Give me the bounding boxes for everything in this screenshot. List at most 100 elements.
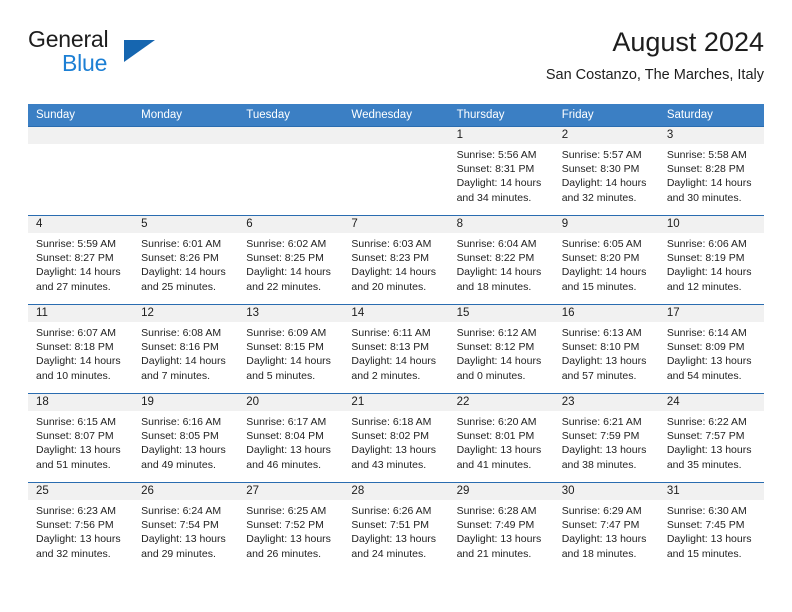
- calendar-day-cell[interactable]: 15 Sunrise: 6:12 AM Sunset: 8:12 PM Dayl…: [448, 305, 554, 393]
- sunset-text: Sunset: 7:49 PM: [456, 519, 535, 532]
- calendar-day-cell[interactable]: 26 Sunrise: 6:24 AM Sunset: 7:54 PM Dayl…: [133, 483, 239, 571]
- day-details: Sunrise: 6:26 AM Sunset: 7:51 PM Dayligh…: [343, 500, 448, 571]
- brand-logo[interactable]: General Blue: [28, 26, 268, 86]
- daylight-text-line1: Daylight: 13 hours: [351, 444, 437, 457]
- daylight-text-line2: and 54 minutes.: [666, 369, 742, 382]
- calendar-day-cell[interactable]: 16 Sunrise: 6:13 AM Sunset: 8:10 PM Dayl…: [553, 305, 659, 393]
- calendar-day-cell[interactable]: 9 Sunrise: 6:05 AM Sunset: 8:20 PM Dayli…: [553, 216, 659, 304]
- sunset-text: Sunset: 8:30 PM: [561, 163, 640, 176]
- sunset-text: Sunset: 8:01 PM: [456, 430, 535, 443]
- calendar-day-cell[interactable]: 7 Sunrise: 6:03 AM Sunset: 8:23 PM Dayli…: [343, 216, 449, 304]
- sunrise-text: Sunrise: 6:26 AM: [351, 505, 432, 517]
- calendar-day-cell[interactable]: 27 Sunrise: 6:25 AM Sunset: 7:52 PM Dayl…: [238, 483, 344, 571]
- day-number: 5: [133, 216, 239, 233]
- daylight-text-line1: Daylight: 13 hours: [666, 444, 752, 457]
- sunrise-text: Sunrise: 6:13 AM: [561, 327, 642, 339]
- calendar-day-cell[interactable]: 3 Sunrise: 5:58 AM Sunset: 8:28 PM Dayli…: [658, 127, 764, 215]
- daylight-text-line1: Daylight: 13 hours: [246, 533, 331, 546]
- calendar-day-cell[interactable]: 2 Sunrise: 5:57 AM Sunset: 8:30 PM Dayli…: [553, 127, 659, 215]
- sunset-text: Sunset: 8:26 PM: [141, 252, 219, 265]
- calendar-day-cell[interactable]: 17 Sunrise: 6:14 AM Sunset: 8:09 PM Dayl…: [658, 305, 764, 393]
- daylight-text-line2: and 46 minutes.: [246, 458, 321, 471]
- calendar-day-cell[interactable]: [238, 127, 344, 215]
- day-number: 1: [448, 127, 554, 144]
- calendar-day-cell[interactable]: 30 Sunrise: 6:29 AM Sunset: 7:47 PM Dayl…: [553, 483, 659, 571]
- daylight-text-line2: and 32 minutes.: [561, 191, 637, 204]
- calendar-day-cell[interactable]: 10 Sunrise: 6:06 AM Sunset: 8:19 PM Dayl…: [658, 216, 764, 304]
- calendar-day-cell[interactable]: 13 Sunrise: 6:09 AM Sunset: 8:15 PM Dayl…: [238, 305, 344, 393]
- calendar-day-cell[interactable]: 4 Sunrise: 5:59 AM Sunset: 8:27 PM Dayli…: [28, 216, 134, 304]
- day-details: Sunrise: 6:16 AM Sunset: 8:05 PM Dayligh…: [133, 411, 238, 482]
- day-details: [343, 144, 448, 215]
- calendar-day-cell[interactable]: 22 Sunrise: 6:20 AM Sunset: 8:01 PM Dayl…: [448, 394, 554, 482]
- sunset-text: Sunset: 7:47 PM: [561, 519, 640, 532]
- calendar-week-row: 18 Sunrise: 6:15 AM Sunset: 8:07 PM Dayl…: [28, 393, 764, 482]
- daylight-text-line1: Daylight: 13 hours: [246, 444, 331, 457]
- sunset-text: Sunset: 8:15 PM: [246, 341, 324, 354]
- day-number: 14: [343, 305, 449, 322]
- day-details: Sunrise: 6:25 AM Sunset: 7:52 PM Dayligh…: [238, 500, 343, 571]
- day-number: [238, 127, 344, 144]
- calendar-day-cell[interactable]: 8 Sunrise: 6:04 AM Sunset: 8:22 PM Dayli…: [448, 216, 554, 304]
- sunrise-text: Sunrise: 6:25 AM: [246, 505, 327, 517]
- day-details: Sunrise: 6:15 AM Sunset: 8:07 PM Dayligh…: [28, 411, 133, 482]
- sunrise-text: Sunrise: 6:07 AM: [36, 327, 116, 339]
- calendar-day-cell[interactable]: 21 Sunrise: 6:18 AM Sunset: 8:02 PM Dayl…: [343, 394, 449, 482]
- page-subtitle: San Costanzo, The Marches, Italy: [545, 67, 764, 83]
- day-number: [133, 127, 239, 144]
- sunrise-text: Sunrise: 6:20 AM: [456, 416, 537, 428]
- calendar-day-cell[interactable]: 19 Sunrise: 6:16 AM Sunset: 8:05 PM Dayl…: [133, 394, 239, 482]
- day-details: Sunrise: 6:28 AM Sunset: 7:49 PM Dayligh…: [449, 500, 554, 571]
- day-number: 2: [553, 127, 659, 144]
- calendar-day-cell[interactable]: 25 Sunrise: 6:23 AM Sunset: 7:56 PM Dayl…: [28, 483, 134, 571]
- calendar-day-cell[interactable]: 24 Sunrise: 6:22 AM Sunset: 7:57 PM Dayl…: [658, 394, 764, 482]
- calendar-day-cell[interactable]: 18 Sunrise: 6:15 AM Sunset: 8:07 PM Dayl…: [28, 394, 134, 482]
- sunrise-text: Sunrise: 6:29 AM: [561, 505, 642, 517]
- calendar-day-cell[interactable]: 11 Sunrise: 6:07 AM Sunset: 8:18 PM Dayl…: [28, 305, 134, 393]
- calendar-day-cell[interactable]: 12 Sunrise: 6:08 AM Sunset: 8:16 PM Dayl…: [133, 305, 239, 393]
- day-details: Sunrise: 6:30 AM Sunset: 7:45 PM Dayligh…: [659, 500, 764, 571]
- sunset-text: Sunset: 8:02 PM: [351, 430, 430, 443]
- calendar-day-cell[interactable]: 29 Sunrise: 6:28 AM Sunset: 7:49 PM Dayl…: [448, 483, 554, 571]
- daylight-text-line1: Daylight: 14 hours: [36, 266, 121, 279]
- day-details: Sunrise: 6:07 AM Sunset: 8:18 PM Dayligh…: [28, 322, 133, 393]
- calendar-day-cell[interactable]: 28 Sunrise: 6:26 AM Sunset: 7:51 PM Dayl…: [343, 483, 449, 571]
- sunrise-text: Sunrise: 6:14 AM: [666, 327, 747, 339]
- day-details: Sunrise: 6:24 AM Sunset: 7:54 PM Dayligh…: [133, 500, 238, 571]
- sunset-text: Sunset: 7:57 PM: [666, 430, 745, 443]
- day-number: 4: [28, 216, 134, 233]
- daylight-text-line1: Daylight: 14 hours: [351, 266, 437, 279]
- calendar-week-row: 1 Sunrise: 5:56 AM Sunset: 8:31 PM Dayli…: [28, 126, 764, 215]
- day-details: Sunrise: 5:59 AM Sunset: 8:27 PM Dayligh…: [28, 233, 133, 304]
- day-details: Sunrise: 6:29 AM Sunset: 7:47 PM Dayligh…: [554, 500, 659, 571]
- daylight-text-line2: and 29 minutes.: [141, 547, 216, 560]
- calendar-day-cell[interactable]: 6 Sunrise: 6:02 AM Sunset: 8:25 PM Dayli…: [238, 216, 344, 304]
- daylight-text-line2: and 35 minutes.: [666, 458, 742, 471]
- calendar-day-cell[interactable]: [28, 127, 134, 215]
- day-number: 6: [238, 216, 344, 233]
- calendar-day-cell[interactable]: 14 Sunrise: 6:11 AM Sunset: 8:13 PM Dayl…: [343, 305, 449, 393]
- daylight-text-line2: and 18 minutes.: [456, 280, 532, 293]
- calendar-day-cell[interactable]: [343, 127, 449, 215]
- sunset-text: Sunset: 8:05 PM: [141, 430, 219, 443]
- daylight-text-line1: Daylight: 13 hours: [561, 444, 647, 457]
- daylight-text-line1: Daylight: 13 hours: [666, 533, 752, 546]
- sunrise-text: Sunrise: 6:05 AM: [561, 238, 642, 250]
- calendar-day-cell[interactable]: 1 Sunrise: 5:56 AM Sunset: 8:31 PM Dayli…: [448, 127, 554, 215]
- daylight-text-line1: Daylight: 13 hours: [351, 533, 437, 546]
- sunset-text: Sunset: 8:23 PM: [351, 252, 430, 265]
- day-number: 15: [448, 305, 554, 322]
- day-number: 12: [133, 305, 239, 322]
- calendar-day-cell[interactable]: 31 Sunrise: 6:30 AM Sunset: 7:45 PM Dayl…: [658, 483, 764, 571]
- calendar-day-cell[interactable]: 5 Sunrise: 6:01 AM Sunset: 8:26 PM Dayli…: [133, 216, 239, 304]
- day-details: Sunrise: 6:04 AM Sunset: 8:22 PM Dayligh…: [449, 233, 554, 304]
- daylight-text-line1: Daylight: 14 hours: [666, 266, 752, 279]
- calendar-day-cell[interactable]: [133, 127, 239, 215]
- day-details: Sunrise: 5:56 AM Sunset: 8:31 PM Dayligh…: [449, 144, 554, 215]
- calendar-day-cell[interactable]: 23 Sunrise: 6:21 AM Sunset: 7:59 PM Dayl…: [553, 394, 659, 482]
- daylight-text-line2: and 32 minutes.: [36, 547, 111, 560]
- calendar-day-cell[interactable]: 20 Sunrise: 6:17 AM Sunset: 8:04 PM Dayl…: [238, 394, 344, 482]
- day-details: Sunrise: 6:20 AM Sunset: 8:01 PM Dayligh…: [449, 411, 554, 482]
- sunset-text: Sunset: 7:56 PM: [36, 519, 114, 532]
- day-number: 26: [133, 483, 239, 500]
